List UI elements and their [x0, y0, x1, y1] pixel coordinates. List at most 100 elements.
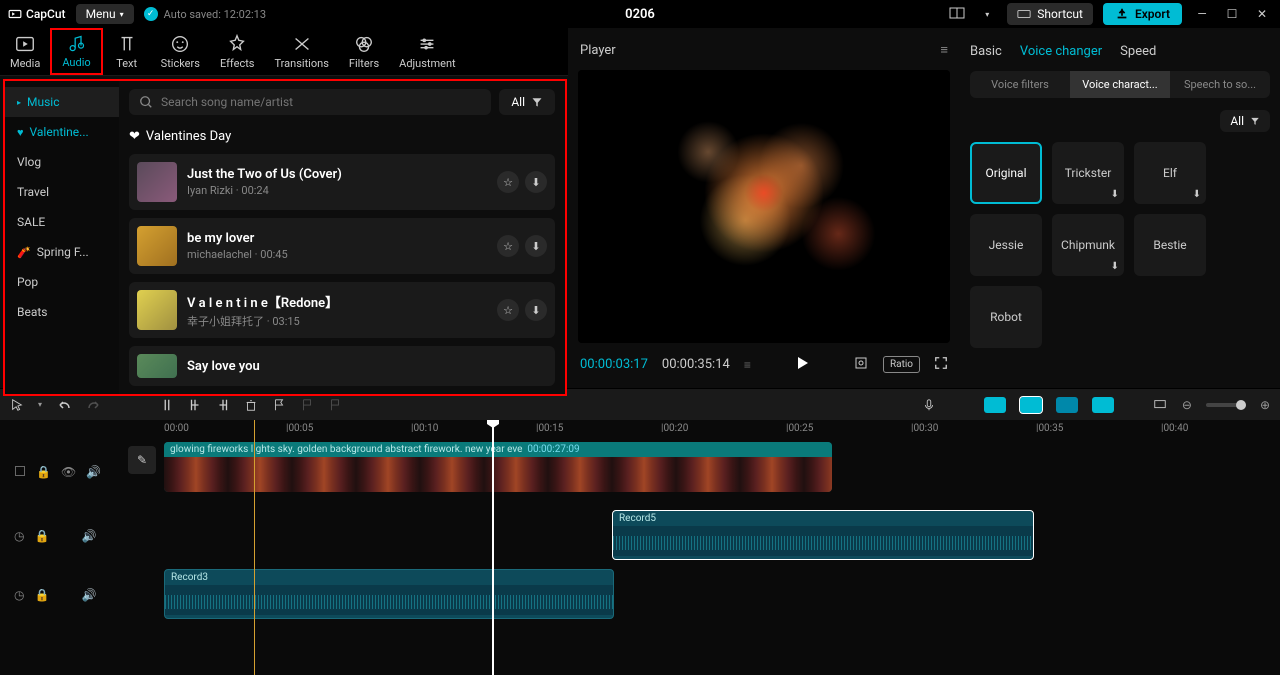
tab-transitions[interactable]: Transitions	[264, 28, 338, 75]
subtab-speech-to-song[interactable]: Speech to so...	[1170, 71, 1270, 98]
mute-icon[interactable]: 🔊	[86, 465, 101, 479]
eye-icon[interactable]: 👁	[61, 465, 76, 479]
zoom-in-button[interactable]: ⊕	[1260, 398, 1270, 412]
audio-clip-record5[interactable]: Record5	[612, 510, 1034, 560]
favorite-button[interactable]: ☆	[497, 299, 519, 321]
fullscreen-icon[interactable]	[934, 356, 948, 373]
all-filter-button[interactable]: All	[499, 89, 555, 115]
snap-toggle-2[interactable]	[1020, 397, 1042, 413]
split-tool[interactable]	[160, 398, 174, 412]
sidebar-item-travel[interactable]: Travel	[5, 177, 119, 207]
mute-icon[interactable]: 🔊	[81, 529, 96, 543]
download-button[interactable]: ⬇	[525, 235, 547, 257]
voice-original[interactable]: Original	[970, 142, 1042, 204]
tab-stickers[interactable]: Stickers	[151, 28, 210, 75]
favorite-button[interactable]: ☆	[497, 171, 519, 193]
voice-elf[interactable]: Elf⬇	[1134, 142, 1206, 204]
video-clip[interactable]: glowing fireworks lights sky. golden bac…	[164, 442, 832, 492]
snap-toggle-3[interactable]	[1056, 397, 1078, 413]
audio-track-row-2: ◷ 🔒 🔊 Record3	[0, 567, 1280, 622]
split-left-tool[interactable]	[188, 398, 202, 412]
undo-button[interactable]	[56, 397, 72, 413]
tab-effects[interactable]: Effects	[210, 28, 265, 75]
minimize-icon[interactable]: —	[1192, 4, 1212, 24]
close-icon[interactable]: ✕	[1252, 4, 1272, 24]
playhead[interactable]	[492, 420, 494, 675]
tab-adjustment[interactable]: Adjustment	[389, 28, 466, 75]
snap-toggle-4[interactable]	[1092, 397, 1114, 413]
clock-icon[interactable]: ◷	[14, 529, 24, 543]
track-title: Just the Two of Us (Cover)	[187, 167, 487, 182]
scan-icon[interactable]	[853, 355, 869, 374]
list-icon[interactable]: ≡	[744, 358, 751, 372]
track-title: Say love you	[187, 359, 547, 374]
delete-tool[interactable]	[244, 398, 258, 412]
mute-icon[interactable]: 🔊	[81, 588, 96, 602]
shortcut-button[interactable]: Shortcut	[1007, 3, 1093, 25]
tab-basic[interactable]: Basic	[970, 44, 1002, 59]
track-item[interactable]: Just the Two of Us (Cover)Iyan Rizki · 0…	[129, 154, 555, 210]
zoom-out-button[interactable]: ⊖	[1182, 398, 1192, 412]
track-item[interactable]: Say love you	[129, 346, 555, 386]
marker-line	[254, 420, 255, 675]
sidebar-item-spring[interactable]: 🧨Spring F...	[5, 237, 119, 267]
sidebar-item-pop[interactable]: Pop	[5, 267, 119, 297]
voice-trickster[interactable]: Trickster⬇	[1052, 142, 1124, 204]
lock-icon[interactable]: 🔒	[34, 588, 49, 602]
search-input[interactable]	[161, 95, 481, 109]
tab-speed[interactable]: Speed	[1120, 44, 1156, 59]
export-button[interactable]: Export	[1103, 3, 1182, 25]
voice-chipmunk[interactable]: Chipmunk⬇	[1052, 214, 1124, 276]
subtab-voice-filters[interactable]: Voice filters	[970, 71, 1070, 98]
preview-button[interactable]	[1152, 398, 1168, 412]
voice-bestie[interactable]: Bestie	[1134, 214, 1206, 276]
lock-icon[interactable]: 🔒	[34, 529, 49, 543]
download-button[interactable]: ⬇	[525, 299, 547, 321]
track-thumbnail	[137, 162, 177, 202]
video-preview[interactable]	[578, 70, 950, 343]
tab-text[interactable]: Text	[103, 28, 151, 75]
sidebar-item-valentine[interactable]: ♥Valentine...	[5, 117, 119, 147]
tab-audio[interactable]: Audio	[50, 28, 102, 75]
zoom-slider[interactable]	[1206, 403, 1246, 407]
timeline[interactable]: 00:00 |00:05 |00:10 |00:15 |00:20 |00:25…	[0, 420, 1280, 675]
flag-tool-2[interactable]	[300, 398, 314, 412]
cover-icon[interactable]	[14, 465, 26, 480]
track-item[interactable]: be my lovermichaelachel · 00:45 ☆⬇	[129, 218, 555, 274]
sidebar-item-beats[interactable]: Beats	[5, 297, 119, 327]
sidebar-item-sale[interactable]: SALE	[5, 207, 119, 237]
tab-filters[interactable]: Filters	[339, 28, 389, 75]
player-menu-icon[interactable]: ≡	[940, 42, 948, 58]
layout-icon[interactable]	[947, 4, 967, 24]
audio-clip-record3[interactable]: Record3	[164, 569, 614, 619]
sidebar-item-music[interactable]: ▸Music	[5, 87, 119, 117]
download-button[interactable]: ⬇	[525, 171, 547, 193]
clock-icon[interactable]: ◷	[14, 588, 24, 602]
subtab-voice-characters[interactable]: Voice charact...	[1070, 71, 1170, 98]
cursor-tool[interactable]	[10, 398, 24, 412]
split-right-tool[interactable]	[216, 398, 230, 412]
clip-label: Record5	[613, 511, 1033, 526]
favorite-button[interactable]: ☆	[497, 235, 519, 257]
voice-jessie[interactable]: Jessie	[970, 214, 1042, 276]
lock-icon[interactable]: 🔒	[36, 465, 51, 479]
search-box[interactable]	[129, 89, 491, 115]
menu-button[interactable]: Menu ▾	[76, 4, 134, 24]
redo-button[interactable]	[86, 397, 102, 413]
play-button[interactable]	[794, 355, 810, 374]
cursor-dropdown[interactable]: ▾	[38, 400, 42, 409]
voice-robot[interactable]: Robot	[970, 286, 1042, 348]
snap-toggle-1[interactable]	[984, 397, 1006, 413]
track-item[interactable]: V a l e n t i n e【Redone】幸子小姐拜托了 · 03:15…	[129, 282, 555, 338]
dropdown-icon[interactable]: ▾	[977, 4, 997, 24]
mic-button[interactable]	[922, 398, 936, 412]
maximize-icon[interactable]: ☐	[1222, 4, 1242, 24]
flag-tool[interactable]	[272, 398, 286, 412]
flag-tool-3[interactable]	[328, 398, 342, 412]
sidebar-item-vlog[interactable]: Vlog	[5, 147, 119, 177]
tab-voice-changer[interactable]: Voice changer	[1020, 44, 1102, 59]
time-ruler[interactable]: 00:00 |00:05 |00:10 |00:15 |00:20 |00:25…	[116, 420, 1280, 440]
ratio-button[interactable]: Ratio	[883, 356, 920, 373]
tab-media[interactable]: Media	[0, 28, 50, 75]
voice-all-button[interactable]: All	[1220, 110, 1270, 132]
